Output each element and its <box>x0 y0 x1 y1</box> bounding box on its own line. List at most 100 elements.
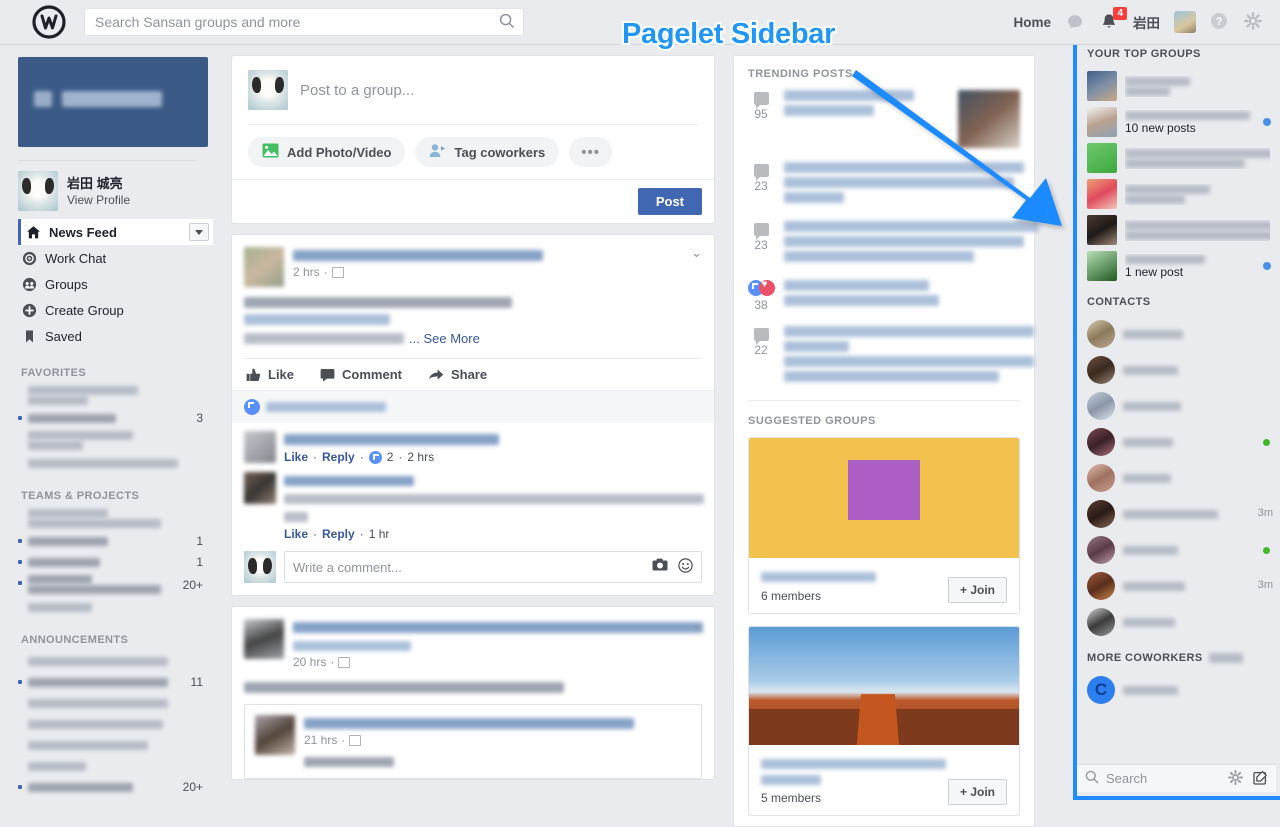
global-search-box[interactable] <box>84 8 524 36</box>
bell-icon[interactable]: 4 <box>1099 7 1127 32</box>
avatar[interactable] <box>1087 392 1115 420</box>
group-avatar[interactable] <box>1087 143 1117 173</box>
audience-group-icon[interactable] <box>349 734 362 746</box>
post-reactions-summary[interactable] <box>232 390 714 424</box>
sidebar-list-item[interactable] <box>18 508 217 529</box>
view-profile-link[interactable]: View Profile <box>67 193 130 207</box>
comment-timestamp[interactable]: 1 hr <box>369 527 390 541</box>
sidebar-list-item[interactable] <box>18 694 217 712</box>
more-options-icon[interactable]: ••• <box>569 137 613 167</box>
sidebar-item-create-group[interactable]: Create Group <box>18 297 217 323</box>
group-avatar[interactable] <box>1087 107 1117 137</box>
chat-search-placeholder[interactable]: Search <box>1106 771 1147 786</box>
chevron-down-icon[interactable]: ⌄ <box>691 245 702 261</box>
group-avatar[interactable] <box>1087 71 1117 101</box>
top-group-item[interactable]: 10 new posts <box>1077 104 1280 140</box>
profile-row[interactable]: 岩田 城亮 View Profile <box>18 171 217 211</box>
question-circle-icon[interactable]: ? <box>1210 12 1230 32</box>
sidebar-list-item[interactable]: 1 <box>18 532 217 550</box>
share-button[interactable]: Share <box>428 367 487 382</box>
post-author-blurred[interactable] <box>293 619 703 634</box>
avatar[interactable] <box>1087 320 1115 348</box>
comment-like-link[interactable]: Like <box>284 527 308 541</box>
comment-input[interactable]: Write a comment... <box>284 551 702 584</box>
avatar[interactable] <box>244 247 284 287</box>
sidebar-item-work-chat[interactable]: Work Chat <box>18 245 217 271</box>
contact-item[interactable]: 3m <box>1077 568 1280 604</box>
suggested-group-card[interactable]: 6 members + Join <box>748 437 1020 614</box>
shared-post-timestamp[interactable]: 21 hrs <box>304 733 337 747</box>
comment-reply-link[interactable]: Reply <box>322 527 355 541</box>
sidebar-list-item[interactable] <box>18 430 217 451</box>
trending-post-item[interactable]: 23 <box>748 221 1039 266</box>
trending-post-item[interactable]: 22 <box>748 326 1034 386</box>
audience-group-icon[interactable] <box>338 656 351 668</box>
avatar[interactable] <box>1087 608 1115 636</box>
join-group-button[interactable]: + Join <box>947 577 1007 603</box>
top-group-item[interactable]: 1 new post <box>1077 248 1280 284</box>
sidebar-item-news-feed[interactable]: News Feed <box>18 219 213 245</box>
composer-placeholder[interactable]: Post to a group... <box>300 82 414 99</box>
trending-post-item[interactable]: 38 <box>747 279 1020 312</box>
shared-post-card[interactable]: 21 hrs · <box>244 704 702 780</box>
sidebar-list-item[interactable] <box>18 757 217 775</box>
group-avatar[interactable] <box>1087 251 1117 281</box>
comment-reply-link[interactable]: Reply <box>322 450 355 464</box>
sidebar-list-item[interactable]: 3 <box>18 409 217 427</box>
cover-banner[interactable] <box>18 57 208 147</box>
avatar[interactable] <box>255 715 295 756</box>
post-button[interactable]: Post <box>637 188 702 215</box>
sidebar-list-item[interactable] <box>18 715 217 733</box>
sidebar-list-item[interactable] <box>18 598 217 616</box>
avatar[interactable] <box>244 431 276 464</box>
user-name-label[interactable]: 岩田 <box>1133 12 1160 32</box>
sidebar-list-item[interactable]: 20+ <box>18 778 217 796</box>
sidebar-list-item[interactable]: 11 <box>18 673 217 691</box>
composer-input-row[interactable]: Post to a group... <box>232 56 714 124</box>
trending-post-item[interactable]: 23 <box>748 162 1024 207</box>
avatar[interactable] <box>1174 11 1196 33</box>
home-link[interactable]: Home <box>1013 15 1051 30</box>
sidebar-list-item[interactable] <box>18 454 217 472</box>
add-photo-video-button[interactable]: Add Photo/Video <box>248 137 406 167</box>
avatar[interactable] <box>1087 464 1115 492</box>
like-button[interactable]: Like <box>246 367 294 382</box>
top-group-item[interactable] <box>1077 68 1280 104</box>
search-icon[interactable] <box>1085 770 1099 787</box>
sidebar-item-groups[interactable]: Groups <box>18 271 217 297</box>
post-timestamp[interactable]: 20 hrs <box>293 655 326 669</box>
trending-post-item[interactable]: 95 <box>748 90 1020 148</box>
sidebar-list-item[interactable]: 20+ <box>18 574 217 595</box>
post-timestamp[interactable]: 2 hrs <box>293 265 320 279</box>
avatar[interactable] <box>1087 572 1115 600</box>
contact-item[interactable] <box>1077 316 1280 352</box>
avatar[interactable] <box>1087 536 1115 564</box>
sidebar-list-item[interactable] <box>18 652 217 670</box>
top-group-item[interactable] <box>1077 176 1280 212</box>
gear-icon[interactable] <box>1244 12 1264 32</box>
contact-item[interactable] <box>1077 460 1280 496</box>
coworker-item[interactable]: C <box>1077 672 1280 708</box>
contact-item[interactable] <box>1077 604 1280 640</box>
contact-item[interactable] <box>1077 388 1280 424</box>
tag-coworkers-button[interactable]: Tag coworkers <box>415 137 560 167</box>
camera-icon[interactable] <box>652 558 668 576</box>
post-author-blurred[interactable] <box>293 247 702 262</box>
comment-like-link[interactable]: Like <box>284 450 308 464</box>
avatar[interactable] <box>1087 428 1115 456</box>
avatar[interactable] <box>244 472 276 505</box>
comment-timestamp[interactable]: 2 hrs <box>407 450 434 464</box>
contact-item[interactable] <box>1077 424 1280 460</box>
gear-icon[interactable] <box>1228 769 1243 788</box>
sidebar-list-item[interactable] <box>18 736 217 754</box>
comment-button[interactable]: Comment <box>320 367 402 382</box>
top-group-item[interactable] <box>1077 140 1280 176</box>
suggested-group-card[interactable]: 5 members + Join <box>748 626 1020 817</box>
emoji-icon[interactable] <box>678 558 693 576</box>
avatar[interactable] <box>18 171 58 211</box>
avatar-initial[interactable]: C <box>1087 676 1115 704</box>
sidebar-item-saved[interactable]: Saved <box>18 323 217 349</box>
top-group-item[interactable] <box>1077 212 1280 248</box>
workplace-logo-icon[interactable] <box>30 3 68 41</box>
group-avatar[interactable] <box>1087 215 1117 245</box>
